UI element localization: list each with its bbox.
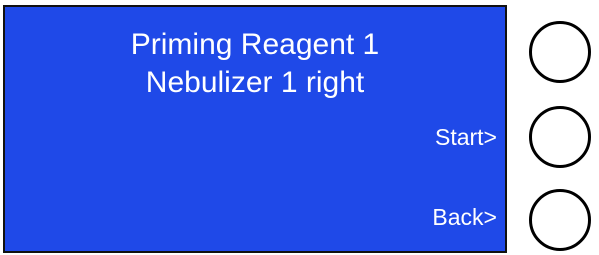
back-softkey-button[interactable] <box>529 189 591 251</box>
start-softkey-label: Start> <box>434 124 497 150</box>
lcd-display: Priming Reagent 1 Nebulizer 1 right Star… <box>3 5 507 253</box>
back-softkey-label: Back> <box>432 204 497 230</box>
top-softkey-button[interactable] <box>529 21 591 83</box>
display-title-line-1: Priming Reagent 1 <box>130 28 380 61</box>
display-title-line-2: Nebulizer 1 right <box>145 66 365 99</box>
start-softkey-button[interactable] <box>529 106 591 168</box>
